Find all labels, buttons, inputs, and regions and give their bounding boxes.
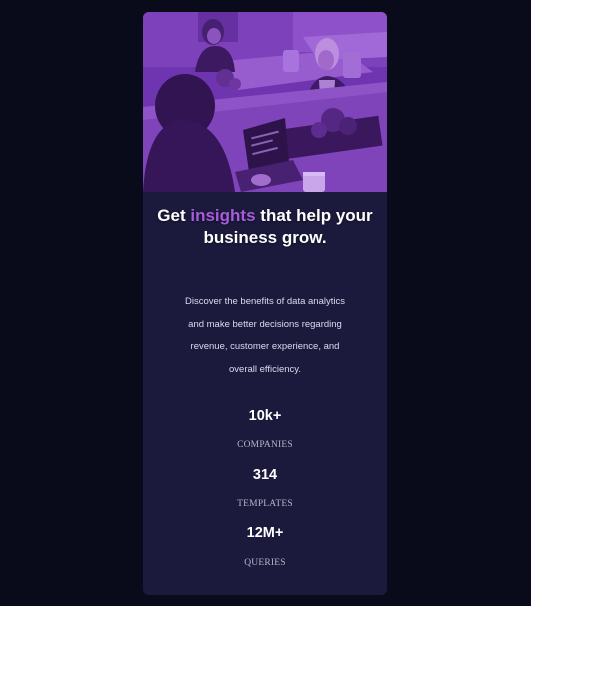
title-prefix: Get [157, 206, 186, 225]
stat-companies-label: COMPANIES [237, 440, 293, 450]
stat-companies-value: 10k+ [248, 408, 282, 424]
hero-image [143, 12, 387, 192]
title-accent-word: insights [190, 206, 256, 225]
card-description: Discover the benefits of data analytics … [184, 296, 345, 375]
card-title: Get insights that help your business gro… [143, 205, 387, 248]
office-team-photo [143, 12, 387, 192]
stats-preview-card: Get insights that help your business gro… [143, 12, 387, 595]
stat-templates-value: 314 [252, 467, 278, 483]
stat-queries-value: 12M+ [246, 525, 284, 541]
page-background: Get insights that help your business gro… [0, 0, 531, 606]
stat-queries-label: QUERIES [244, 558, 286, 568]
stat-templates-label: TEMPLATES [237, 499, 293, 509]
